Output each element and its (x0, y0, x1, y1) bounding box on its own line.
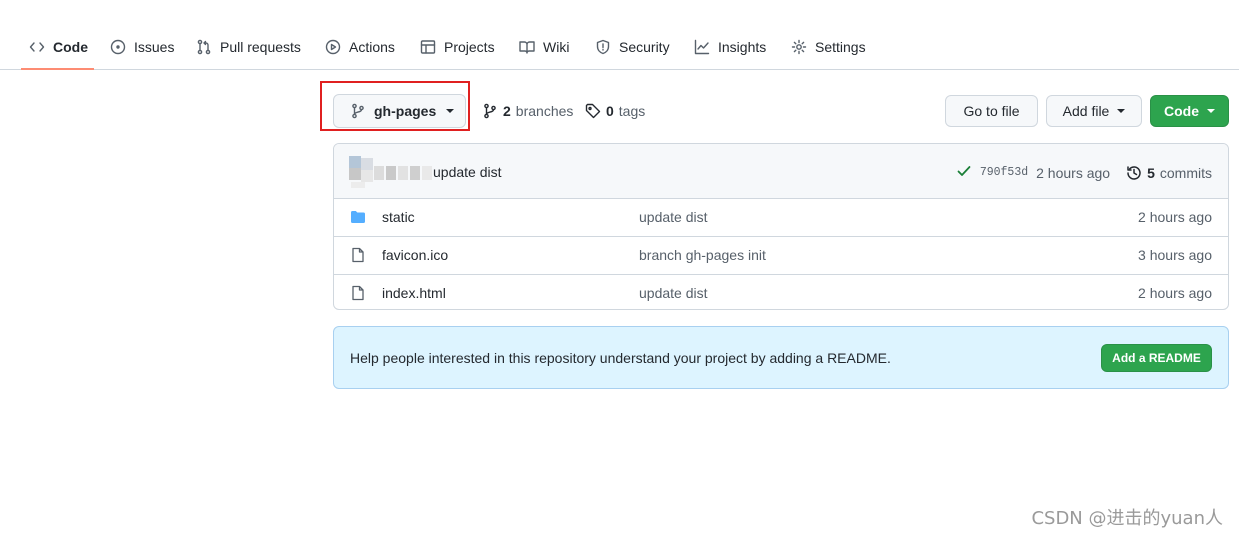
tab-label: Projects (444, 39, 495, 55)
current-branch-name: gh-pages (374, 103, 437, 119)
chevron-down-icon (1207, 109, 1215, 113)
book-icon (519, 41, 535, 54)
branches-label: branches (515, 103, 574, 119)
gear-icon (791, 39, 807, 55)
git-pull-request-icon (197, 39, 211, 55)
file-commit-message[interactable]: branch gh-pages init (639, 247, 766, 263)
tab-wiki[interactable]: Wiki (519, 34, 569, 60)
commit-age: 2 hours ago (1036, 164, 1111, 181)
tab-projects[interactable]: Projects (420, 34, 495, 60)
go-to-file-label: Go to file (963, 103, 1020, 119)
file-name[interactable]: index.html (382, 285, 446, 301)
git-branch-icon (352, 103, 364, 119)
commits-history-link[interactable]: 5 commits (1126, 165, 1212, 181)
commits-count: 5 (1147, 164, 1155, 181)
tab-settings[interactable]: Settings (791, 34, 866, 60)
avatar[interactable] (349, 156, 373, 188)
file-name[interactable]: static (382, 209, 415, 225)
graph-icon (694, 39, 710, 55)
tab-label: Pull requests (220, 39, 301, 55)
issue-opened-icon (110, 39, 126, 55)
latest-commit-row: update dist 790f53d 2 hours ago 5 commit… (334, 144, 1228, 199)
file-age: 3 hours ago (1138, 247, 1212, 263)
add-file-label: Add file (1062, 103, 1110, 119)
file-row: static update dist 2 hours ago (334, 199, 1228, 237)
git-branch-icon (484, 103, 496, 119)
check-icon[interactable] (956, 163, 972, 182)
tab-insights[interactable]: Insights (694, 34, 766, 60)
commits-label: commits (1159, 164, 1212, 181)
tag-icon (585, 103, 601, 119)
commit-sha[interactable]: 790f53d (980, 166, 1028, 179)
file-row: index.html update dist 2 hours ago (334, 275, 1228, 309)
tags-label: tags (618, 103, 646, 119)
tab-issues[interactable]: Issues (110, 34, 174, 60)
tab-actions[interactable]: Actions (325, 34, 395, 60)
go-to-file-button[interactable]: Go to file (945, 95, 1038, 127)
file-row: favicon.ico branch gh-pages init 3 hours… (334, 237, 1228, 275)
file-name[interactable]: favicon.ico (382, 247, 448, 263)
code-icon (29, 42, 45, 52)
blurred-author-name (374, 166, 434, 180)
tab-label: Code (53, 39, 88, 55)
tab-label: Issues (134, 39, 175, 55)
code-button-label: Code (1164, 103, 1199, 119)
branch-select-button[interactable]: gh-pages (333, 94, 466, 128)
branches-count: 2 (503, 103, 511, 119)
file-list: update dist 790f53d 2 hours ago 5 commit… (333, 143, 1229, 310)
tab-pull-requests[interactable]: Pull requests (196, 34, 301, 60)
file-age: 2 hours ago (1138, 285, 1212, 301)
repo-nav: Code Issues Pull requests Actions Projec… (0, 0, 1239, 70)
tab-label: Wiki (543, 39, 570, 55)
folder-icon (351, 211, 365, 223)
file-commit-message[interactable]: update dist (639, 285, 708, 301)
readme-prompt-banner: Help people interested in this repositor… (333, 326, 1229, 389)
add-readme-button[interactable]: Add a README (1101, 344, 1212, 372)
shield-icon (596, 39, 610, 55)
tab-security[interactable]: Security (595, 34, 670, 60)
tab-label: Settings (815, 39, 866, 55)
chevron-down-icon (446, 109, 455, 113)
tab-label: Security (619, 39, 670, 55)
tags-count: 0 (606, 103, 614, 119)
tags-link[interactable]: 0 tags (585, 101, 645, 121)
code-button[interactable]: Code (1150, 95, 1229, 127)
tab-code[interactable]: Code (29, 34, 88, 60)
file-icon (352, 247, 364, 263)
file-icon (352, 285, 364, 301)
table-icon (420, 40, 436, 54)
file-age: 2 hours ago (1138, 209, 1212, 225)
watermark: CSDN @进击的yuan人 (1031, 508, 1223, 529)
selected-tab-underline (21, 68, 94, 70)
readme-prompt-text: Help people interested in this repositor… (350, 350, 891, 366)
commit-details: 790f53d 2 hours ago 5 commits (956, 163, 1212, 182)
latest-commit-message[interactable]: update dist (433, 164, 502, 180)
history-icon (1127, 165, 1141, 180)
play-icon (325, 39, 341, 55)
add-file-button[interactable]: Add file (1046, 95, 1142, 127)
branches-link[interactable]: 2 branches (482, 101, 573, 121)
chevron-down-icon (1117, 109, 1126, 113)
file-commit-message[interactable]: update dist (639, 209, 708, 225)
tab-label: Insights (718, 39, 767, 55)
tab-label: Actions (349, 39, 395, 55)
